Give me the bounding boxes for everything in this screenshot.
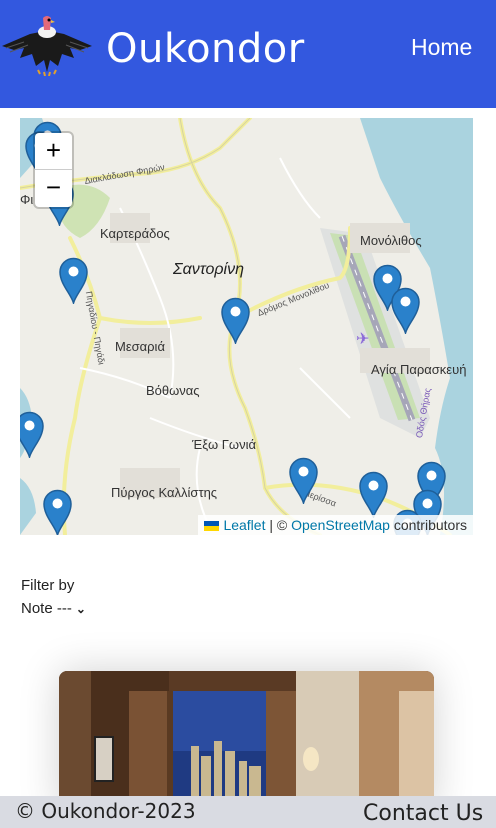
map-attribution: Leaflet | © OpenStreetMap contributors (198, 515, 473, 535)
attribution-suffix: contributors (389, 517, 467, 533)
copyright-text: © Oukondor-2023 (15, 799, 196, 823)
map-label: Καρτεράδος (100, 226, 170, 241)
map-label: Πύργος Καλλίστης (111, 485, 218, 500)
zoom-out-button[interactable]: − (35, 170, 72, 207)
zoom-in-button[interactable]: + (35, 133, 72, 170)
map-label: Μεσαριά (115, 339, 165, 354)
map-marker-icon[interactable] (42, 488, 73, 535)
attribution-separator: | © (265, 517, 292, 533)
map-label: Βόθωνας (146, 383, 200, 398)
map-view[interactable]: ✈ Καρτεράδος Σαντορίνη Μονόλιθος Μεσαριά… (20, 118, 473, 535)
map-marker-icon[interactable] (288, 456, 319, 506)
brand-title[interactable]: Oukondor (106, 26, 305, 72)
map-label: Φι (20, 192, 34, 207)
svg-text:✈: ✈ (356, 329, 369, 348)
filter-label: Filter by (21, 577, 75, 594)
hotel-card[interactable] (59, 671, 434, 811)
map-marker-icon[interactable] (390, 286, 421, 336)
map-label: Μονόλιθος (360, 233, 422, 248)
map-label: Έξω Γωνιά (192, 437, 256, 452)
site-footer: © Oukondor-2023 Contact Us (0, 796, 496, 828)
osm-link[interactable]: OpenStreetMap (291, 517, 390, 533)
map-label: Σαντορίνη (173, 261, 244, 278)
chevron-down-icon: ⌄ (75, 602, 86, 616)
condor-logo-icon[interactable] (0, 10, 94, 77)
map-label: Αγία Παρασκευή (371, 362, 467, 377)
map-marker-icon[interactable] (358, 470, 389, 520)
ukraine-flag-icon (204, 521, 220, 531)
zoom-control: + − (35, 133, 72, 207)
contact-us-link[interactable]: Contact Us (363, 801, 483, 826)
filter-note-select[interactable]: Note --- ⌄ (21, 600, 86, 617)
hotel-room-photo (59, 671, 434, 811)
map-marker-icon[interactable] (20, 410, 45, 460)
map-marker-icon[interactable] (220, 296, 251, 346)
site-header: Oukondor Home (0, 0, 496, 108)
nav-home-link[interactable]: Home (411, 34, 472, 61)
filter-select-value: Note --- (21, 600, 72, 617)
map-marker-icon[interactable] (58, 256, 89, 306)
leaflet-link[interactable]: Leaflet (223, 517, 265, 533)
